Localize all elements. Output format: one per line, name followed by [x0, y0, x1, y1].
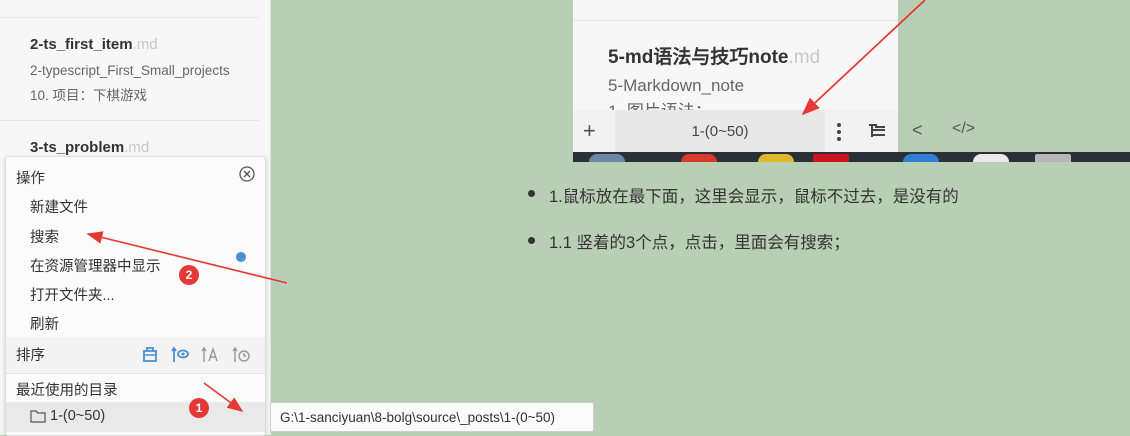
- annotation-badge-2: 2: [179, 265, 199, 285]
- divider: [0, 17, 260, 18]
- bullet: [528, 190, 535, 197]
- folder-icon: [30, 410, 46, 423]
- taskbar-app-icon[interactable]: [973, 154, 1009, 162]
- inset-folder-name[interactable]: 1-(0~50): [615, 110, 825, 152]
- inset-file-card: 5-md语法与技巧note.md 5-Markdown_note 1. 图片语法…: [573, 0, 898, 110]
- file-item-title: 2-ts_first_item.md: [30, 36, 158, 53]
- divider: [573, 20, 898, 21]
- sort-by-time-icon[interactable]: [232, 346, 250, 364]
- file-item-title: 3-ts_problem.md: [30, 139, 150, 156]
- divider: [0, 120, 260, 121]
- operations-panel: 操作 新建文件 搜索 在资源管理器中显示 打开文件夹... 刷新 排序 最近使用…: [5, 156, 266, 436]
- taskbar-app-icon[interactable]: [589, 154, 625, 162]
- divider: [6, 373, 265, 374]
- note-item: 1.鼠标放在最下面，这里会显示，鼠标不过去，是没有的: [549, 188, 959, 206]
- sort-by-type-icon[interactable]: [141, 346, 159, 364]
- recent-dir-item[interactable]: 1-(0~50): [6, 402, 265, 432]
- operations-title: 操作: [16, 171, 45, 187]
- recent-dir-name: 1-(0~50): [50, 408, 106, 424]
- inset-screenshot: 5-md语法与技巧note.md 5-Markdown_note 1. 图片语法…: [573, 0, 1130, 162]
- sort-row: 排序: [6, 337, 265, 373]
- menu-item-refresh[interactable]: 刷新: [30, 313, 59, 334]
- taskbar-app-icon[interactable]: [903, 154, 939, 162]
- menu-item-show-in-explorer[interactable]: 在资源管理器中显示: [30, 255, 161, 276]
- sort-by-name-icon[interactable]: [201, 346, 219, 364]
- taskbar-app-icon[interactable]: [813, 154, 849, 162]
- note-item: 1.1 竖着的3个点，点击，里面会有搜索；: [549, 234, 850, 252]
- chevron-left-icon[interactable]: <: [912, 120, 923, 141]
- hover-indicator-dot[interactable]: [236, 252, 246, 262]
- taskbar: [573, 152, 1130, 162]
- more-vertical-icon[interactable]: [836, 122, 842, 142]
- bullet: [528, 237, 535, 244]
- close-icon[interactable]: [238, 165, 256, 183]
- file-item-preview: 10. 项目：下棋游戏: [30, 88, 148, 103]
- file-item-subtitle: 2-typescript_First_Small_projects: [30, 63, 230, 78]
- inset-bottom-bar: + 1-(0~50): [573, 110, 898, 152]
- menu-item-open-folder[interactable]: 打开文件夹...: [30, 284, 115, 305]
- outline-icon[interactable]: [867, 122, 887, 140]
- taskbar-app-icon[interactable]: [1035, 154, 1071, 162]
- code-icon[interactable]: </>: [952, 120, 975, 138]
- recent-dirs-label: 最近使用的目录: [16, 383, 118, 399]
- sort-label: 排序: [16, 348, 45, 364]
- inset-file-preview: 1. 图片语法：: [608, 97, 712, 110]
- menu-item-search[interactable]: 搜索: [30, 226, 59, 247]
- inset-nav: < </>: [898, 110, 1130, 152]
- inset-file-title: 5-md语法与技巧note.md: [608, 47, 821, 68]
- taskbar-app-icon[interactable]: [681, 154, 717, 162]
- taskbar-app-icon[interactable]: [758, 154, 794, 162]
- sort-by-visit-icon[interactable]: [171, 346, 189, 364]
- annotation-badge-1: 1: [189, 398, 209, 418]
- add-icon[interactable]: +: [583, 118, 596, 144]
- inset-file-subtitle: 5-Markdown_note: [608, 76, 745, 95]
- menu-item-new-file[interactable]: 新建文件: [30, 196, 88, 217]
- folder-path-tooltip: G:\1-sanciyuan\8-bolg\source\_posts\1-(0…: [270, 402, 594, 432]
